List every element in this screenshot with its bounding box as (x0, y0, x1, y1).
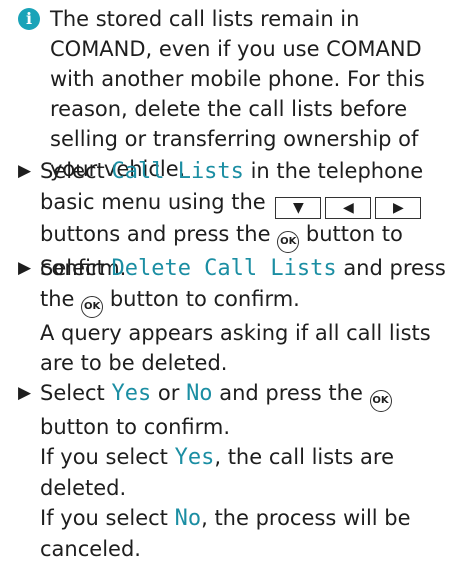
down-arrow-icon: ▼ (275, 197, 322, 219)
term-yes: Yes (174, 445, 215, 470)
right-arrow-icon: ▶ (375, 197, 422, 219)
step-2: ▶ Select Delete Call Lists and press the… (18, 253, 458, 378)
arrow-keys: ▼ ◀ ▶ (275, 197, 422, 219)
bullet-icon: ▶ (18, 383, 32, 403)
term-delete-call-lists: Delete Call Lists (111, 256, 337, 281)
step-3-text: Select Yes or No and press the OK button… (18, 378, 458, 564)
term-yes: Yes (111, 381, 152, 406)
step-3: ▶ Select Yes or No and press the OK butt… (18, 378, 458, 564)
term-no: No (174, 506, 202, 531)
step-2-text: Select Delete Call Lists and press the O… (18, 253, 458, 378)
step-3-result-yes: If you select Yes, the call lists are de… (40, 445, 395, 500)
left-arrow-icon: ◀ (325, 197, 372, 219)
ok-button-icon: OK (369, 390, 392, 412)
info-icon: i (18, 8, 40, 30)
ok-button-icon: OK (277, 231, 300, 253)
bullet-icon: ▶ (18, 258, 32, 278)
bullet-icon: ▶ (18, 161, 32, 181)
step-3-result-no: If you select No, the process will be ca… (40, 506, 411, 561)
ok-button-icon: OK (81, 296, 104, 318)
term-no: No (186, 381, 213, 406)
step-2-result: A query appears asking if all call lists… (40, 321, 431, 375)
manual-page: i The stored call lists remain in COMAND… (0, 0, 467, 561)
term-call-lists: Call Lists (111, 159, 244, 184)
